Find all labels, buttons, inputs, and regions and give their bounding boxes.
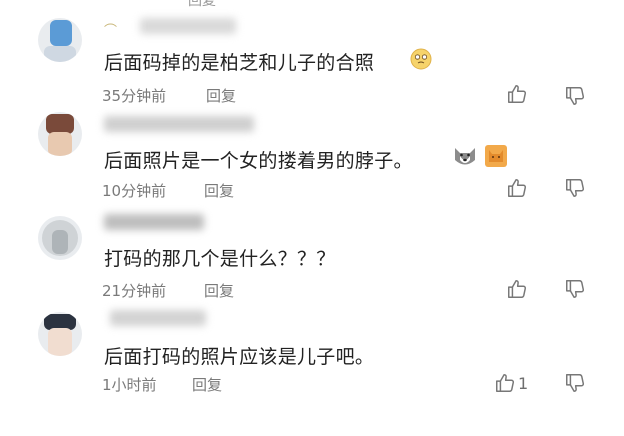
- comment-text: 后面照片是一个女的搂着男的脖子。: [104, 150, 413, 172]
- reply-link[interactable]: 回复: [204, 180, 234, 201]
- comment-item: 打码的那几个是什么？？？ 21分钟前 回复: [0, 202, 624, 301]
- reply-link[interactable]: 回复: [204, 280, 234, 301]
- like-icon[interactable]: [506, 83, 528, 105]
- avatar[interactable]: [38, 18, 82, 62]
- reply-link[interactable]: 回复: [188, 0, 216, 8]
- dislike-icon[interactable]: [564, 372, 586, 394]
- comment-text: 打码的那几个是什么？？？: [104, 248, 336, 270]
- like-icon[interactable]: [506, 278, 528, 300]
- like-icon[interactable]: [494, 372, 516, 394]
- husky-emoji: [455, 148, 475, 165]
- cat-emoji: [485, 145, 507, 167]
- reply-link[interactable]: 回复: [192, 374, 222, 395]
- dislike-icon[interactable]: [564, 177, 586, 199]
- like-icon[interactable]: [506, 177, 528, 199]
- rainbow-icon: ⌒: [104, 24, 118, 39]
- comment-time: 35分钟前: [102, 87, 167, 105]
- like-count: 1: [518, 374, 529, 393]
- comment-item: ⌒ 后面码掉的是柏芝和儿子的合照 35分钟前 回复: [0, 8, 624, 106]
- comment-item: 后面照片是一个女的搂着男的脖子。 10分钟前 回复: [0, 104, 624, 200]
- comment-text: 后面打码的照片应该是儿子吧。: [104, 346, 375, 368]
- comment-time: 21分钟前: [102, 282, 167, 300]
- dislike-icon[interactable]: [564, 278, 586, 300]
- username-blurred[interactable]: [110, 310, 206, 326]
- comment-time: 10分钟前: [102, 182, 167, 200]
- avatar[interactable]: [38, 112, 82, 156]
- avatar[interactable]: [38, 312, 82, 356]
- comment-time: 1小时前: [102, 376, 157, 394]
- reply-link[interactable]: 回复: [206, 85, 236, 106]
- face-emoji: [410, 48, 432, 70]
- comment-text: 后面码掉的是柏芝和儿子的合照: [104, 52, 375, 74]
- username-blurred[interactable]: [104, 116, 254, 132]
- username-blurred[interactable]: [104, 214, 204, 230]
- avatar[interactable]: [38, 216, 82, 260]
- comment-item: 后面打码的照片应该是儿子吧。 1小时前 回复 1: [0, 300, 624, 396]
- previous-comment-partial: 回复: [0, 0, 624, 8]
- username-blurred[interactable]: [140, 18, 236, 34]
